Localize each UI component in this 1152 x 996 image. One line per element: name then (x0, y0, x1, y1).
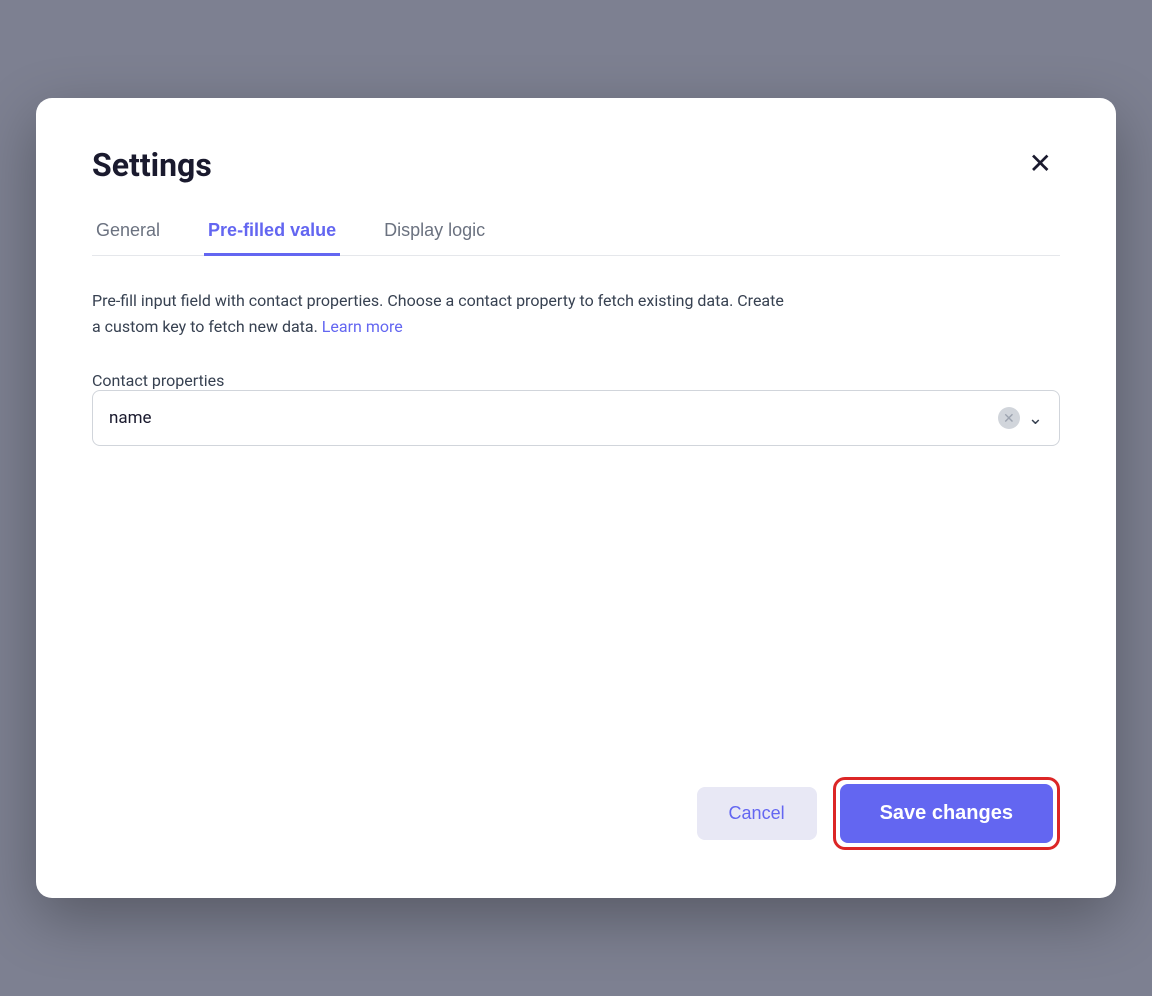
modal-title: Settings (92, 146, 212, 184)
select-value: name (109, 408, 998, 428)
contact-properties-label: Contact properties (92, 371, 224, 390)
modal-footer: Cancel Save changes (92, 729, 1060, 850)
save-changes-button[interactable]: Save changes (840, 784, 1053, 843)
settings-modal: Settings ✕ General Pre-filled value Disp… (36, 98, 1116, 898)
tabs-container: General Pre-filled value Display logic (92, 208, 1060, 256)
learn-more-link[interactable]: Learn more (322, 317, 403, 336)
select-clear-button[interactable]: ✕ (998, 407, 1020, 429)
modal-header: Settings ✕ (92, 146, 1060, 184)
description-text: Pre-fill input field with contact proper… (92, 288, 792, 339)
chevron-down-icon[interactable]: ⌄ (1028, 408, 1043, 429)
tab-pre-filled-value[interactable]: Pre-filled value (204, 208, 340, 256)
tab-general[interactable]: General (92, 208, 164, 256)
contact-properties-select[interactable]: name ✕ ⌄ (92, 390, 1060, 446)
save-button-highlight: Save changes (833, 777, 1060, 850)
close-button[interactable]: ✕ (1021, 146, 1060, 182)
description-prefix: Pre-fill input field with contact proper… (92, 291, 784, 336)
tab-display-logic[interactable]: Display logic (380, 208, 489, 256)
cancel-button[interactable]: Cancel (697, 787, 817, 840)
contact-properties-section: Contact properties name ✕ ⌄ (92, 371, 1060, 446)
modal-overlay: Settings ✕ General Pre-filled value Disp… (0, 0, 1152, 996)
